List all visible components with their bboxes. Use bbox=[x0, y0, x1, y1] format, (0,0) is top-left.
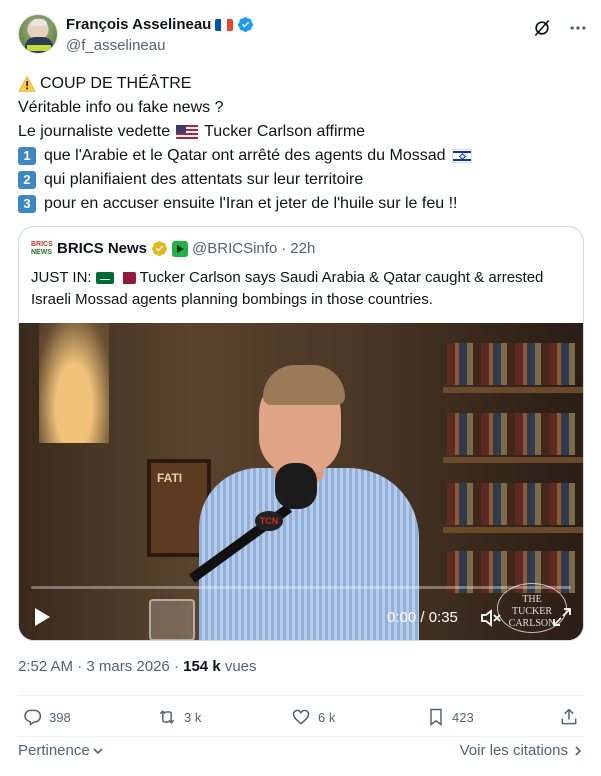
meta-separator: · bbox=[173, 658, 179, 675]
bookmark-count: 423 bbox=[452, 709, 474, 725]
quoted-text-b: Israeli Mossad agents planning bombings … bbox=[31, 291, 433, 308]
france-flag-icon bbox=[215, 18, 234, 31]
verified-badge-icon[interactable] bbox=[237, 16, 254, 33]
saudi-flag-icon bbox=[95, 272, 114, 284]
keycap-three-icon: 3 bbox=[18, 195, 36, 213]
video-time: 0:00 / 0:35 bbox=[387, 609, 458, 626]
bookshelf-row bbox=[447, 413, 575, 455]
tweet-question: Véritable info ou fake news ? bbox=[18, 99, 224, 116]
quoted-timestamp[interactable]: 22h bbox=[290, 240, 315, 257]
tweet-text-carlson: Tucker Carlson affirme bbox=[204, 123, 366, 140]
sort-label: Pertinence bbox=[18, 742, 90, 759]
author-name-row[interactable]: François Asselineau bbox=[66, 16, 254, 33]
author-avatar[interactable] bbox=[18, 14, 58, 54]
divider bbox=[18, 695, 584, 696]
bookmark-icon bbox=[430, 708, 442, 726]
divider bbox=[18, 736, 584, 737]
qatar-flag-icon bbox=[117, 272, 136, 284]
video-lamp bbox=[39, 323, 109, 443]
video-controls: 0:00 / 0:35 bbox=[19, 599, 583, 639]
chevron-right-icon bbox=[575, 745, 582, 756]
views-count[interactable]: 154 k bbox=[183, 658, 221, 675]
tweet-header: François Asselineau @f_asselineau bbox=[18, 14, 588, 58]
bookshelf-row bbox=[447, 483, 575, 525]
quoted-text-line-2: Israeli Mossad agents planning bombings … bbox=[31, 289, 571, 311]
quoted-tweet[interactable]: BRICS NEWS BRICS News @BRICSinfo · 22h JU… bbox=[18, 226, 584, 641]
quoted-author-handle[interactable]: @BRICSinfo bbox=[192, 240, 277, 257]
reply-icon bbox=[24, 709, 42, 726]
video-progress-bar[interactable] bbox=[31, 586, 571, 589]
affiliate-badge-icon[interactable] bbox=[172, 240, 189, 257]
quoted-text-a: Tucker Carlson says Saudi Arabia & Qatar… bbox=[139, 269, 544, 286]
tweet-point-2: qui planifiaient des attentats sur leur … bbox=[44, 171, 364, 188]
tweet-time[interactable]: 2:52 AM bbox=[18, 658, 73, 675]
views-label: vues bbox=[224, 658, 257, 675]
bookmark-button[interactable]: 423 bbox=[426, 707, 474, 727]
like-button[interactable]: 6 k bbox=[290, 707, 335, 727]
quoted-tweet-header: BRICS NEWS BRICS News @BRICSinfo · 22h bbox=[31, 240, 315, 257]
avatar-banner bbox=[27, 45, 51, 51]
tweet-line-1: COUP DE THÉÂTRE bbox=[18, 72, 584, 96]
header-actions bbox=[532, 18, 588, 38]
reply-button[interactable]: 398 bbox=[22, 707, 71, 727]
tweet-headline: COUP DE THÉÂTRE bbox=[40, 75, 192, 92]
fullscreen-icon[interactable] bbox=[552, 607, 572, 627]
reply-count: 398 bbox=[49, 709, 71, 725]
share-icon bbox=[561, 708, 577, 725]
like-count: 6 k bbox=[318, 709, 336, 725]
grok-icon[interactable] bbox=[532, 18, 552, 38]
repost-button[interactable]: 3 k bbox=[156, 707, 201, 727]
quoted-text-line-1: JUST IN: Tucker Carlson says Saudi Arabi… bbox=[31, 267, 571, 289]
bookshelf-shelf bbox=[443, 387, 583, 393]
bookshelf-row bbox=[447, 343, 575, 385]
tweet-point-1: que l'Arabie et le Qatar ont arrêté des … bbox=[44, 147, 446, 164]
just-in-label: JUST IN: bbox=[31, 269, 92, 286]
video-player[interactable]: FATI TCN THE TUCKER CARLSON 0:00 / 0:35 bbox=[19, 323, 583, 640]
tweet-date[interactable]: 3 mars 2026 bbox=[86, 658, 169, 675]
gold-verified-badge-icon[interactable] bbox=[151, 240, 168, 257]
play-icon[interactable] bbox=[33, 607, 51, 627]
tweet-line-2: Véritable info ou fake news ? bbox=[18, 96, 584, 120]
tweet-meta: 2:52 AM · 3 mars 2026 · 154 k vues bbox=[18, 658, 257, 675]
repost-icon bbox=[159, 710, 175, 724]
quoted-author-name[interactable]: BRICS News bbox=[57, 240, 147, 257]
view-quotes-label: Voir les citations bbox=[459, 742, 568, 759]
repost-count: 3 k bbox=[184, 709, 202, 725]
keycap-two-icon: 2 bbox=[18, 171, 36, 189]
tweet-actions: 398 3 k 6 k 423 bbox=[18, 707, 584, 733]
warning-icon bbox=[18, 76, 36, 92]
microphone bbox=[275, 463, 317, 509]
avatar-hair bbox=[31, 19, 47, 26]
keycap-one-icon: 1 bbox=[18, 147, 36, 165]
chevron-down-icon bbox=[93, 747, 103, 754]
bookshelf-shelf bbox=[443, 457, 583, 463]
bookshelf-shelf bbox=[443, 527, 583, 533]
microphone-logo: TCN bbox=[255, 511, 283, 531]
tweet-line-4: 1 que l'Arabie et le Qatar ont arrêté de… bbox=[18, 144, 584, 168]
tweet-line-6: 3 pour en accuser ensuite l'Iran et jete… bbox=[18, 192, 584, 216]
author-handle[interactable]: @f_asselineau bbox=[66, 37, 165, 54]
tweet-line-5: 2 qui planifiaient des attentats sur leu… bbox=[18, 168, 584, 192]
brics-news-logo[interactable]: BRICS NEWS bbox=[31, 241, 53, 257]
tweet-point-3: pour en accuser ensuite l'Iran et jeter … bbox=[44, 195, 458, 212]
more-icon[interactable] bbox=[568, 18, 588, 38]
israel-flag-icon bbox=[451, 149, 472, 163]
meta-separator: · bbox=[77, 658, 83, 675]
usa-flag-icon bbox=[176, 125, 199, 139]
heart-icon bbox=[292, 709, 310, 725]
quoted-tweet-text: JUST IN: Tucker Carlson says Saudi Arabi… bbox=[31, 267, 571, 311]
tweet-text: COUP DE THÉÂTRE Véritable info ou fake n… bbox=[18, 72, 584, 216]
speaker-hair bbox=[263, 365, 345, 405]
share-button[interactable] bbox=[559, 707, 579, 727]
author-display-name[interactable]: François Asselineau bbox=[66, 16, 211, 33]
sort-replies-dropdown[interactable]: Pertinence bbox=[18, 742, 104, 759]
replies-footer: Pertinence Voir les citations bbox=[18, 742, 584, 764]
tweet-text-journalist: Le journaliste vedette bbox=[18, 123, 171, 140]
view-quotes-link[interactable]: Voir les citations bbox=[460, 742, 584, 759]
volume-muted-icon[interactable] bbox=[480, 608, 502, 628]
quoted-separator: · bbox=[281, 240, 287, 257]
tweet-line-3: Le journaliste vedette Tucker Carlson aff… bbox=[18, 120, 584, 144]
